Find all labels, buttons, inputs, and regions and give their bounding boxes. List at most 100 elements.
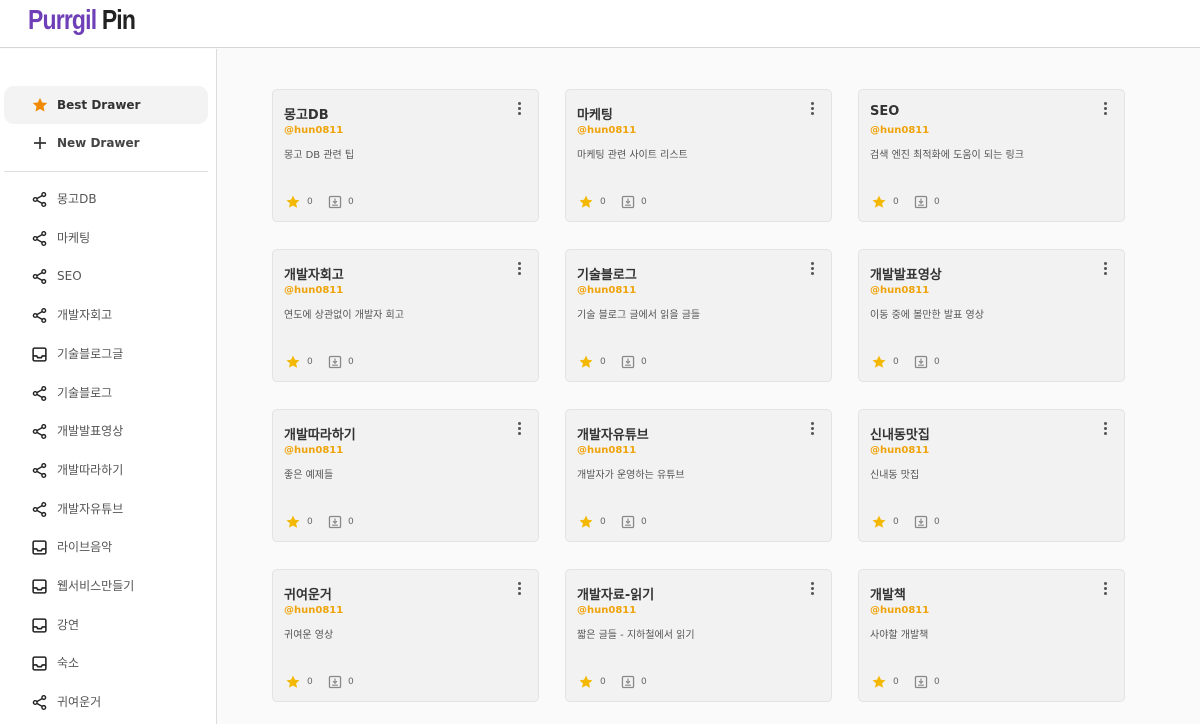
- app-logo[interactable]: Purrgil Pin: [28, 2, 136, 38]
- drawer-card[interactable]: 개발자유튜브 @hun0811 개발자가 운영하는 유튜브 0 0: [565, 409, 832, 542]
- star-icon: [579, 195, 593, 208]
- logo-text-primary: Purrgil: [28, 4, 97, 35]
- star-count-value: 0: [600, 677, 606, 687]
- sidebar-item[interactable]: 개발자회고: [0, 296, 216, 334]
- save-count-value: 0: [641, 357, 647, 367]
- save-count[interactable]: 0: [328, 674, 354, 690]
- sidebar-item-label: 숙소: [57, 656, 80, 671]
- save-count-value: 0: [348, 197, 354, 207]
- drawer-card[interactable]: 기술블로그 @hun0811 기술 블로그 글에서 읽을 글들 0 0: [565, 249, 832, 382]
- card-author[interactable]: @hun0811: [577, 605, 636, 616]
- sidebar-best-drawer[interactable]: Best Drawer: [4, 86, 208, 124]
- save-count[interactable]: 0: [621, 354, 647, 370]
- sidebar-item[interactable]: 귀여운거: [0, 683, 216, 721]
- star-count-value: 0: [893, 197, 899, 207]
- card-author[interactable]: @hun0811: [577, 445, 636, 456]
- star-count[interactable]: 0: [578, 514, 606, 530]
- star-icon: [286, 195, 300, 208]
- drawer-card[interactable]: 개발자료-읽기 @hun0811 짧은 글들 - 지하철에서 읽기 0 0: [565, 569, 832, 702]
- sidebar-item[interactable]: 기술블로그: [0, 374, 216, 412]
- save-count-value: 0: [641, 517, 647, 527]
- drawer-card[interactable]: 개발따라하기 @hun0811 좋은 예제들 0 0: [272, 409, 539, 542]
- sidebar-item[interactable]: 웹서비스만들기: [0, 567, 216, 605]
- card-description: 개발자가 운영하는 유튜브: [577, 470, 685, 481]
- star-count[interactable]: 0: [871, 674, 899, 690]
- card-author[interactable]: @hun0811: [870, 445, 929, 456]
- card-author[interactable]: @hun0811: [284, 445, 343, 456]
- sidebar-item-label: 마케팅: [57, 230, 91, 245]
- drawer-card[interactable]: 마케팅 @hun0811 마케팅 관련 사이트 리스트 0 0: [565, 89, 832, 222]
- card-author[interactable]: @hun0811: [870, 125, 929, 136]
- save-count[interactable]: 0: [621, 514, 647, 530]
- save-icon: [914, 355, 928, 369]
- sidebar-item[interactable]: 강연: [0, 606, 216, 644]
- drawer-card[interactable]: 개발발표영상 @hun0811 이동 중에 볼만한 발표 영상 0 0: [858, 249, 1125, 382]
- sidebar-item-label: 개발발표영상: [57, 424, 124, 439]
- sidebar-item[interactable]: 기술블로그글: [0, 335, 216, 373]
- card-description: 이동 중에 볼만한 발표 영상: [870, 310, 984, 321]
- save-count[interactable]: 0: [914, 354, 940, 370]
- star-count[interactable]: 0: [285, 514, 313, 530]
- card-author[interactable]: @hun0811: [284, 125, 343, 136]
- save-count[interactable]: 0: [914, 674, 940, 690]
- card-author[interactable]: @hun0811: [870, 285, 929, 296]
- save-count[interactable]: 0: [328, 514, 354, 530]
- card-author[interactable]: @hun0811: [284, 605, 343, 616]
- star-count[interactable]: 0: [578, 354, 606, 370]
- more-options-icon[interactable]: [512, 102, 526, 118]
- more-options-icon[interactable]: [805, 582, 819, 598]
- card-author[interactable]: @hun0811: [577, 285, 636, 296]
- drawer-card[interactable]: 개발자회고 @hun0811 연도에 상관없이 개발자 회고 0 0: [272, 249, 539, 382]
- sidebar-item-label: 귀여운거: [57, 695, 102, 710]
- star-count[interactable]: 0: [285, 354, 313, 370]
- star-count[interactable]: 0: [578, 674, 606, 690]
- drawer-card[interactable]: 신내동맛집 @hun0811 신내동 맛집 0 0: [858, 409, 1125, 542]
- more-options-icon[interactable]: [805, 102, 819, 118]
- save-count[interactable]: 0: [328, 354, 354, 370]
- sidebar-item[interactable]: 숙소: [0, 644, 216, 682]
- sidebar-item[interactable]: 개발발표영상: [0, 412, 216, 450]
- more-options-icon[interactable]: [805, 262, 819, 278]
- star-count[interactable]: 0: [285, 194, 313, 210]
- sidebar-item[interactable]: 마케팅: [0, 219, 216, 257]
- more-options-icon[interactable]: [1098, 102, 1112, 118]
- star-count[interactable]: 0: [871, 354, 899, 370]
- star-icon: [579, 515, 593, 528]
- save-count[interactable]: 0: [914, 194, 940, 210]
- save-count[interactable]: 0: [914, 514, 940, 530]
- sidebar-item[interactable]: 개발자유튜브: [0, 490, 216, 528]
- more-options-icon[interactable]: [512, 262, 526, 278]
- drawer-card[interactable]: 귀여운거 @hun0811 귀여운 영상 0 0: [272, 569, 539, 702]
- save-count[interactable]: 0: [621, 674, 647, 690]
- more-options-icon[interactable]: [1098, 582, 1112, 598]
- more-options-icon[interactable]: [512, 582, 526, 598]
- star-count[interactable]: 0: [285, 674, 313, 690]
- more-options-icon[interactable]: [805, 422, 819, 438]
- card-author[interactable]: @hun0811: [870, 605, 929, 616]
- card-author[interactable]: @hun0811: [577, 125, 636, 136]
- card-author[interactable]: @hun0811: [284, 285, 343, 296]
- sidebar-item[interactable]: 개발따라하기: [0, 451, 216, 489]
- share-icon: [31, 423, 48, 440]
- inbox-icon: [31, 346, 48, 363]
- star-count[interactable]: 0: [578, 194, 606, 210]
- more-options-icon[interactable]: [1098, 262, 1112, 278]
- card-description: 좋은 예제들: [284, 470, 334, 481]
- drawer-card[interactable]: SEO @hun0811 검색 엔진 최적화에 도움이 되는 링크 0 0: [858, 89, 1125, 222]
- sidebar-item-label: 몽고DB: [57, 192, 97, 206]
- sidebar-item[interactable]: 몽고DB: [0, 180, 216, 218]
- drawer-card[interactable]: 개발책 @hun0811 사야할 개발책 0 0: [858, 569, 1125, 702]
- more-options-icon[interactable]: [1098, 422, 1112, 438]
- more-options-icon[interactable]: [512, 422, 526, 438]
- star-count[interactable]: 0: [871, 194, 899, 210]
- sidebar-item[interactable]: 라이브음악: [0, 528, 216, 566]
- card-title: 개발발표영상: [870, 268, 942, 283]
- card-title: 개발책: [870, 588, 906, 603]
- drawer-card[interactable]: 몽고DB @hun0811 몽고 DB 관련 팁 0 0: [272, 89, 539, 222]
- sidebar-item[interactable]: SEO: [0, 257, 216, 295]
- star-count[interactable]: 0: [871, 514, 899, 530]
- sidebar-new-drawer[interactable]: New Drawer: [4, 124, 208, 162]
- save-count[interactable]: 0: [621, 194, 647, 210]
- inbox-icon: [31, 655, 48, 672]
- save-count[interactable]: 0: [328, 194, 354, 210]
